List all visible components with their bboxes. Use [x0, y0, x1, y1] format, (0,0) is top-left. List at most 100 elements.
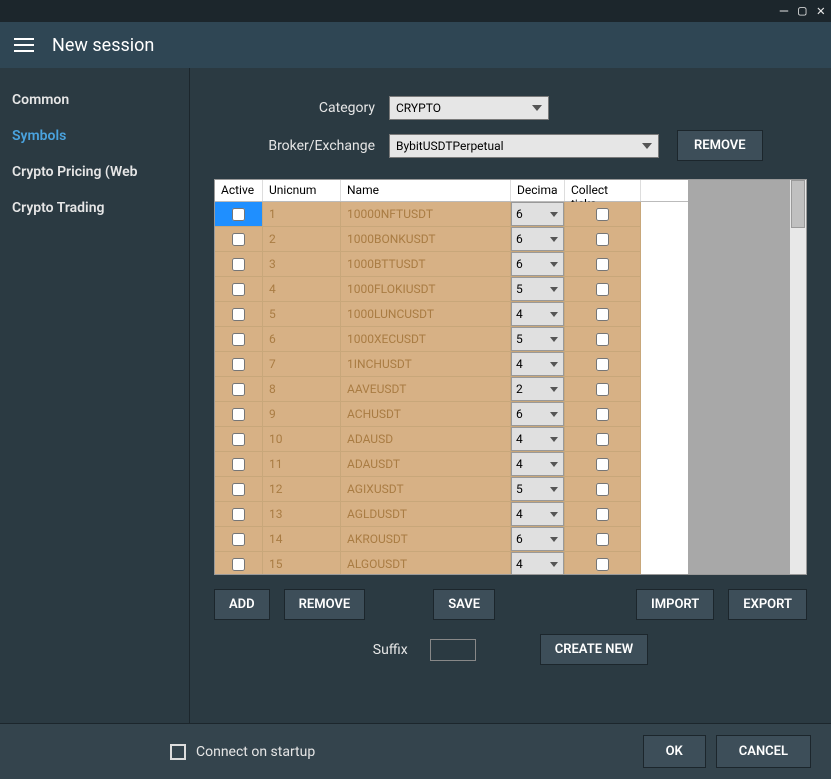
grid-scrollbar[interactable]: [790, 180, 806, 574]
ticks-checkbox[interactable]: [596, 208, 609, 221]
ticks-checkbox[interactable]: [596, 358, 609, 371]
active-checkbox[interactable]: [232, 558, 245, 571]
table-row[interactable]: 61000XECUSDT5: [215, 327, 688, 352]
save-button[interactable]: SAVE: [433, 589, 495, 620]
decimal-select[interactable]: 6: [511, 402, 564, 426]
suffix-input[interactable]: [430, 639, 476, 661]
scrollbar-thumb[interactable]: [791, 180, 805, 228]
ticks-checkbox[interactable]: [596, 533, 609, 546]
ticks-checkbox[interactable]: [596, 483, 609, 496]
decimal-select[interactable]: 4: [511, 452, 564, 476]
active-checkbox[interactable]: [232, 383, 245, 396]
decimal-select[interactable]: 5: [511, 277, 564, 301]
table-row[interactable]: 21000BONKUSDT6: [215, 227, 688, 252]
cell-decimal: 6: [511, 402, 565, 427]
sidebar-item-symbols[interactable]: Symbols: [0, 118, 189, 154]
active-checkbox[interactable]: [232, 358, 245, 371]
ticks-checkbox[interactable]: [596, 458, 609, 471]
col-decimal[interactable]: Decima: [511, 180, 565, 201]
add-button[interactable]: ADD: [214, 589, 270, 620]
ticks-checkbox[interactable]: [596, 408, 609, 421]
decimal-select[interactable]: 4: [511, 352, 564, 376]
active-checkbox[interactable]: [232, 433, 245, 446]
remove-broker-button[interactable]: REMOVE: [677, 130, 763, 161]
col-active[interactable]: Active: [215, 180, 263, 201]
ticks-checkbox[interactable]: [596, 433, 609, 446]
cell-ticks: [565, 452, 641, 477]
category-select[interactable]: CRYPTO: [389, 96, 549, 120]
active-checkbox[interactable]: [232, 233, 245, 246]
ticks-checkbox[interactable]: [596, 233, 609, 246]
close-icon[interactable]: ✕: [817, 4, 825, 18]
cell-active: [215, 477, 263, 502]
table-row[interactable]: 12AGIXUSDT5: [215, 477, 688, 502]
decimal-select[interactable]: 4: [511, 502, 564, 526]
header: New session: [0, 22, 831, 68]
active-checkbox[interactable]: [232, 258, 245, 271]
active-checkbox[interactable]: [232, 408, 245, 421]
table-row[interactable]: 41000FLOKIUSDT5: [215, 277, 688, 302]
decimal-select[interactable]: 4: [511, 552, 564, 574]
decimal-select[interactable]: 4: [511, 302, 564, 326]
active-checkbox[interactable]: [232, 333, 245, 346]
cell-active: [215, 552, 263, 574]
active-checkbox[interactable]: [232, 308, 245, 321]
maximize-icon[interactable]: ▢: [798, 4, 806, 18]
checkbox-icon[interactable]: [170, 744, 186, 760]
table-row[interactable]: 9ACHUSDT6: [215, 402, 688, 427]
sidebar-item-crypto-pricing[interactable]: Crypto Pricing (Web: [0, 154, 189, 190]
table-row[interactable]: 14AKROUSDT6: [215, 527, 688, 552]
ticks-checkbox[interactable]: [596, 283, 609, 296]
ticks-checkbox[interactable]: [596, 558, 609, 571]
decimal-select[interactable]: 6: [511, 252, 564, 276]
table-row[interactable]: 13AGLDUSDT4: [215, 502, 688, 527]
col-ticks[interactable]: Collect ticks: [565, 180, 641, 201]
decimal-select[interactable]: 5: [511, 327, 564, 351]
remove-button[interactable]: REMOVE: [284, 589, 366, 620]
ticks-checkbox[interactable]: [596, 508, 609, 521]
cell-decimal: 6: [511, 527, 565, 552]
col-name[interactable]: Name: [341, 180, 511, 201]
decimal-select[interactable]: 6: [511, 527, 564, 551]
ok-button[interactable]: OK: [643, 735, 706, 768]
active-checkbox[interactable]: [232, 508, 245, 521]
sidebar-item-common[interactable]: Common: [0, 82, 189, 118]
table-row[interactable]: 8AAVEUSDT2: [215, 377, 688, 402]
active-checkbox[interactable]: [232, 533, 245, 546]
col-unicnum[interactable]: Unicnum: [263, 180, 341, 201]
decimal-select[interactable]: 2: [511, 377, 564, 401]
ticks-checkbox[interactable]: [596, 383, 609, 396]
table-row[interactable]: 11ADAUSDT4: [215, 452, 688, 477]
ticks-checkbox[interactable]: [596, 308, 609, 321]
ticks-checkbox[interactable]: [596, 258, 609, 271]
import-button[interactable]: IMPORT: [636, 589, 714, 620]
cell-unicnum: 2: [263, 227, 341, 252]
broker-select[interactable]: BybitUSDTPerpetual: [389, 134, 659, 158]
grid-gutter: [688, 180, 790, 574]
create-new-button[interactable]: CREATE NEW: [540, 634, 648, 665]
table-row[interactable]: 31000BTTUSDT6: [215, 252, 688, 277]
decimal-select[interactable]: 5: [511, 477, 564, 501]
sidebar-item-crypto-trading[interactable]: Crypto Trading: [0, 190, 189, 226]
table-row[interactable]: 10ADAUSD4: [215, 427, 688, 452]
decimal-select[interactable]: 6: [511, 202, 564, 226]
table-row[interactable]: 110000NFTUSDT6: [215, 202, 688, 227]
table-row[interactable]: 15ALGOUSDT4: [215, 552, 688, 574]
active-checkbox[interactable]: [232, 208, 245, 221]
connect-on-startup[interactable]: Connect on startup: [170, 744, 315, 760]
cell-decimal: 4: [511, 427, 565, 452]
decimal-select[interactable]: 4: [511, 427, 564, 451]
table-row[interactable]: 71INCHUSDT4: [215, 352, 688, 377]
cell-ticks: [565, 327, 641, 352]
ticks-checkbox[interactable]: [596, 333, 609, 346]
active-checkbox[interactable]: [232, 458, 245, 471]
export-button[interactable]: EXPORT: [728, 589, 807, 620]
table-row[interactable]: 51000LUNCUSDT4: [215, 302, 688, 327]
active-checkbox[interactable]: [232, 283, 245, 296]
active-checkbox[interactable]: [232, 483, 245, 496]
menu-icon[interactable]: [14, 38, 34, 52]
minimize-icon[interactable]: —: [780, 4, 788, 18]
sidebar: Common Symbols Crypto Pricing (Web Crypt…: [0, 68, 190, 723]
decimal-select[interactable]: 6: [511, 227, 564, 251]
cancel-button[interactable]: CANCEL: [716, 735, 811, 768]
